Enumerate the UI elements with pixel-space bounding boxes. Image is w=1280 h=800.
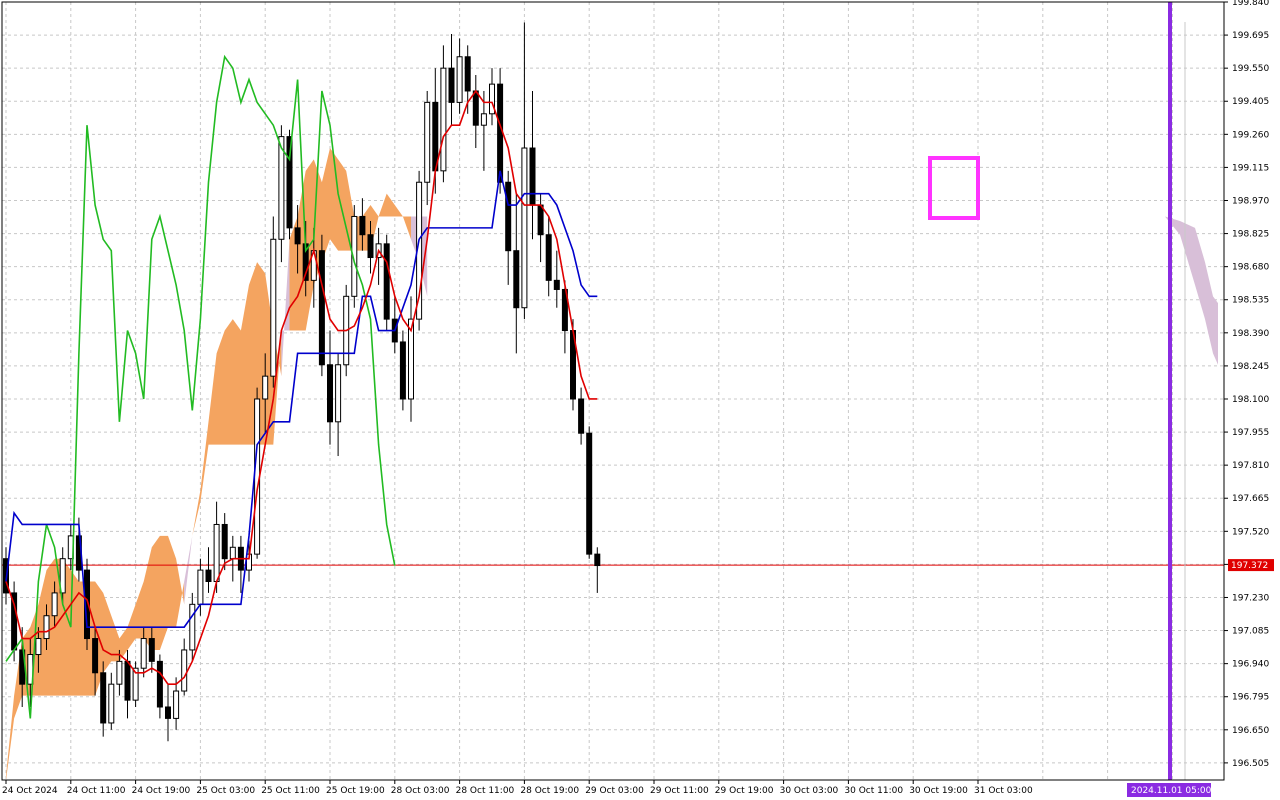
candle-body [156, 660, 163, 708]
x-tick-label: 29 Oct 19:00 [715, 786, 774, 796]
x-tick-label: 25 Oct 19:00 [326, 786, 385, 796]
candle-body [140, 638, 147, 669]
x-tick-label: 30 Oct 19:00 [909, 786, 968, 796]
candle-body [318, 250, 325, 366]
candle-body [270, 238, 277, 377]
y-tick-label: 199.115 [1232, 163, 1269, 173]
y-tick-label: 197.520 [1232, 527, 1269, 537]
x-tick-label: 30 Oct 03:00 [780, 786, 839, 796]
candle-body [51, 592, 58, 617]
candle-body [108, 683, 115, 724]
candle-body [578, 398, 585, 434]
y-tick-label: 197.955 [1232, 428, 1269, 438]
y-tick-label: 196.650 [1232, 726, 1269, 736]
y-tick-label: 198.245 [1232, 362, 1269, 372]
y-tick-label: 197.085 [1232, 627, 1269, 637]
candle-body [335, 364, 342, 423]
y-tick-label: 199.840 [1232, 0, 1269, 8]
candle-body [124, 660, 131, 701]
candle-body [262, 375, 269, 400]
candle-body [359, 215, 366, 236]
candle-body [197, 569, 204, 605]
candle-body [424, 101, 431, 183]
candle-body [181, 649, 188, 692]
candle-body [205, 569, 212, 583]
y-tick-label: 198.680 [1232, 263, 1269, 273]
candle-body [221, 523, 228, 560]
ichimoku-candlestick-chart: 199.840 199.695 199.550 199.405 199.260 199.1… [0, 0, 1280, 800]
candle-body [480, 113, 487, 126]
x-tick-label: 28 Oct 11:00 [456, 786, 515, 796]
x-tick-label: 29 Oct 03:00 [585, 786, 644, 796]
candle-body [148, 638, 155, 662]
candle-body [537, 204, 544, 236]
candle-body [440, 67, 447, 172]
candle-body [553, 279, 560, 290]
y-tick-label: 197.810 [1232, 461, 1269, 471]
x-tick-label: 25 Oct 11:00 [261, 786, 320, 796]
y-tick-label: 199.550 [1232, 64, 1269, 74]
candle-body [213, 523, 220, 583]
y-tick-label: 198.390 [1232, 329, 1269, 339]
candle-body [116, 660, 123, 685]
y-tick-label: 198.535 [1232, 296, 1269, 306]
candle-body [367, 234, 374, 259]
candle-body [464, 56, 471, 92]
x-tick-label: 30 Oct 11:00 [844, 786, 903, 796]
y-tick-label: 197.665 [1232, 494, 1269, 504]
candle-body [35, 638, 42, 656]
x-tick-label: 24 Oct 19:00 [132, 786, 191, 796]
candle-body [545, 234, 552, 281]
candle-body [173, 690, 180, 719]
y-tick-label: 198.970 [1232, 196, 1269, 206]
candle-body [448, 67, 455, 103]
x-tick-label: 24 Oct 2024 [2, 786, 58, 796]
y-tick-label: 198.100 [1232, 395, 1269, 405]
y-tick-label: 199.695 [1232, 31, 1269, 41]
x-tick-label: 28 Oct 03:00 [391, 786, 450, 796]
candle-body [505, 181, 512, 252]
candle-body [278, 136, 285, 240]
candle-body [513, 250, 520, 309]
candle-body [294, 227, 301, 245]
candle-body [399, 341, 406, 400]
x-tick-label: 31 Oct 03:00 [974, 786, 1033, 796]
candle-body [521, 147, 528, 309]
y-tick-label: 196.940 [1232, 660, 1269, 670]
x-tick-label: 28 Oct 19:00 [520, 786, 579, 796]
candle-body [383, 243, 390, 320]
x-tick-label: 29 Oct 11:00 [650, 786, 709, 796]
candle-body [594, 553, 601, 567]
candle-body [529, 147, 536, 206]
candle-body [43, 615, 50, 640]
candle-body [327, 364, 333, 423]
y-tick-label: 199.405 [1232, 97, 1269, 107]
y-tick-label: 196.505 [1232, 759, 1269, 769]
current-price-label: 197.372 [1231, 561, 1268, 571]
candle-body [165, 706, 171, 719]
candle-body [100, 672, 107, 724]
candle-body [586, 432, 593, 555]
candle-body [456, 56, 463, 103]
candle-body [189, 603, 196, 651]
y-tick-label: 199.260 [1232, 130, 1269, 140]
future-time-label: 2024.11.01 05:00 [1131, 786, 1212, 796]
candle-body [92, 638, 99, 674]
y-tick-label: 197.230 [1232, 593, 1269, 603]
y-tick-label: 196.795 [1232, 693, 1269, 703]
candle-body [286, 136, 293, 229]
x-tick-label: 25 Oct 03:00 [196, 786, 255, 796]
y-tick-label: 198.825 [1232, 230, 1269, 240]
candle-body [229, 546, 236, 560]
candle-body [497, 83, 504, 183]
x-tick-label: 24 Oct 11:00 [67, 786, 126, 796]
candle-body [472, 90, 479, 126]
